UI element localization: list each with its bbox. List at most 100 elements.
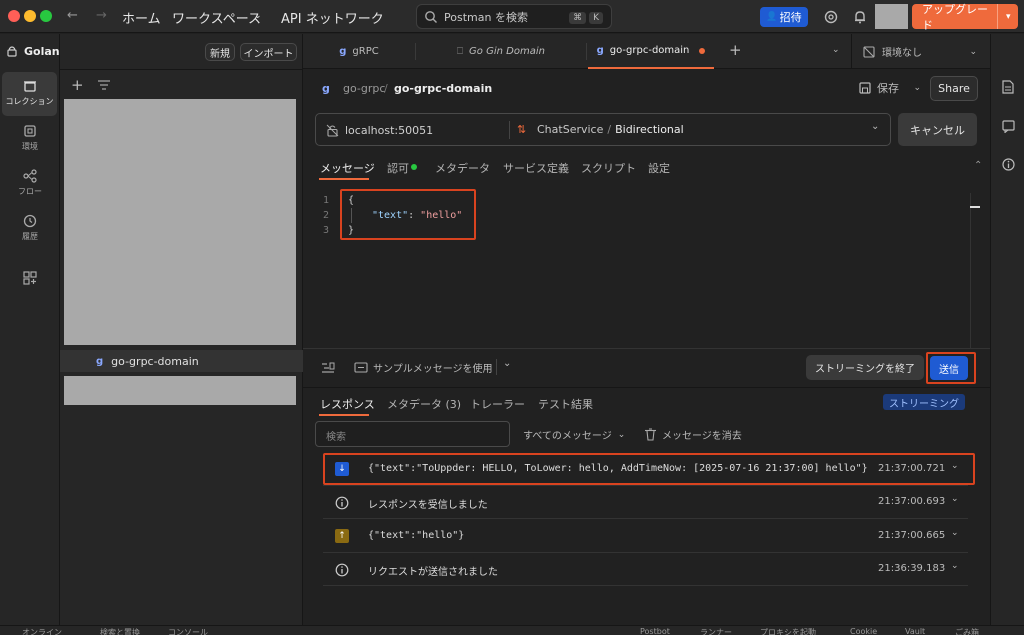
document-icon[interactable]	[1002, 80, 1014, 94]
method-selector[interactable]: ChatService / Bidirectional	[537, 123, 684, 136]
status-vault[interactable]: Vault	[905, 627, 925, 635]
plus-icon[interactable]: +	[729, 41, 742, 59]
avatar[interactable]	[875, 4, 908, 29]
gear-icon[interactable]	[823, 9, 839, 25]
status-console[interactable]: コンソール	[168, 627, 208, 635]
save-button[interactable]: 保存 ⌄	[859, 78, 921, 98]
minimize-window-button[interactable]	[24, 10, 36, 22]
status-trash[interactable]: ごみ箱	[955, 627, 979, 635]
search-placeholder: Postman を検索	[444, 10, 528, 24]
search-icon	[425, 10, 437, 23]
bell-icon[interactable]	[852, 9, 868, 25]
add-widget-icon[interactable]	[23, 271, 37, 285]
nav-api-network[interactable]: API ネットワーク	[281, 8, 384, 27]
chevron-down-icon[interactable]: ⌄	[503, 358, 511, 369]
highlight-box-request	[340, 189, 476, 240]
use-sample-message-button[interactable]: サンプルメッセージを使用	[354, 360, 493, 375]
chevron-down-icon[interactable]: ⌄	[951, 561, 959, 571]
info-icon[interactable]	[1002, 158, 1015, 171]
nav-workspace[interactable]: ワークスペース	[172, 8, 261, 27]
tab-go-gin-domain[interactable]: ⎕ Go Gin Domain	[416, 34, 586, 69]
status-proxy[interactable]: プロキシを起動	[760, 627, 816, 635]
status-find-replace[interactable]: 検索と置換	[100, 627, 140, 635]
tab-response[interactable]: レスポンス	[320, 396, 375, 412]
response-search-input[interactable]: 検索	[315, 421, 510, 447]
message-row[interactable]: レスポンスを受信しました 21:37:00.693 ⌄	[323, 486, 968, 519]
tab-trailers[interactable]: トレーラー	[470, 396, 525, 412]
tab-test-results[interactable]: テスト結果	[538, 396, 593, 412]
tab-response-metadata[interactable]: メタデータ (3)	[387, 396, 461, 412]
redacted-collection-tree-2	[64, 376, 296, 405]
grpc-icon: g	[96, 355, 104, 367]
clear-messages-button[interactable]: メッセージを消去	[645, 427, 742, 442]
new-button[interactable]: 新規	[205, 43, 235, 61]
tab-scripts[interactable]: スクリプト	[581, 160, 636, 176]
environment-selector[interactable]: 環境なし ⌄	[863, 34, 983, 69]
editor-scroll-thumb[interactable]	[970, 206, 980, 208]
environment-icon	[24, 125, 36, 137]
highlight-box-send	[926, 352, 976, 384]
nav-flows[interactable]: フロー	[0, 169, 60, 197]
maximize-window-button[interactable]	[40, 10, 52, 22]
trash-collection-icon	[23, 81, 36, 92]
tab-service-definition[interactable]: サービス定義	[503, 160, 569, 176]
status-runner[interactable]: ランナー	[700, 627, 732, 635]
info-icon	[335, 496, 349, 510]
tab-authorization[interactable]: 認可	[387, 160, 409, 176]
tab-metadata[interactable]: メタデータ	[435, 160, 490, 176]
url-bar: localhost:50051 ⇅ ChatService / Bidirectio…	[315, 113, 891, 146]
global-search-input[interactable]: Postman を検索 ⌘ K	[416, 4, 612, 29]
sample-message-icon	[354, 362, 368, 373]
nav-collections[interactable]: コレクション	[2, 72, 57, 116]
chevron-down-icon[interactable]: ⌄	[832, 45, 840, 55]
status-cookie[interactable]: Cookie	[850, 627, 877, 635]
chevron-down-icon[interactable]: ⌄	[871, 121, 879, 132]
cancel-button[interactable]: キャンセル	[898, 113, 977, 146]
invite-button[interactable]: 👤 招待	[760, 7, 808, 27]
nav-environments[interactable]: 環境	[0, 124, 60, 152]
collection-sidebar: 新規 インポート + g go-grpc-domain	[60, 34, 303, 625]
tab-go-grpc-domain[interactable]: g go-grpc-domain	[588, 34, 714, 69]
up-arrow-icon: ↑	[335, 529, 349, 543]
collapse-icon[interactable]: ⌃	[974, 160, 982, 171]
message-row[interactable]: リクエストが送信されました 21:36:39.183 ⌄	[323, 553, 968, 586]
nav-history[interactable]: 履歴	[0, 214, 60, 242]
lock-icon	[7, 46, 17, 57]
message-filter-dropdown[interactable]: すべてのメッセージ ⌄	[523, 427, 626, 443]
filter-icon[interactable]	[98, 80, 110, 90]
chevron-down-icon[interactable]: ▾	[998, 12, 1018, 22]
tab-settings[interactable]: 設定	[648, 160, 670, 176]
import-button[interactable]: インポート	[240, 43, 297, 61]
beautify-icon[interactable]	[321, 362, 335, 374]
upgrade-button[interactable]: アップグレード ▾	[912, 3, 1018, 32]
grpc-icon: g	[339, 46, 347, 57]
editor-scrollbar-track[interactable]	[970, 193, 971, 348]
grpc-icon: g	[596, 45, 604, 56]
message-row[interactable]: ↑ {"text":"hello"} 21:37:00.665 ⌄	[323, 520, 968, 553]
end-streaming-button[interactable]: ストリーミングを終了	[806, 355, 924, 380]
comment-icon[interactable]	[1002, 120, 1015, 133]
chevron-down-icon[interactable]: ⌄	[254, 11, 262, 21]
status-online[interactable]: オンライン	[22, 627, 62, 635]
nav-home[interactable]: ホーム	[122, 8, 161, 27]
unlocked-icon[interactable]	[326, 124, 339, 137]
chevron-down-icon: ⌄	[617, 429, 626, 440]
auth-status-dot	[411, 164, 417, 170]
server-url-input[interactable]: localhost:50051	[345, 124, 433, 137]
chevron-down-icon[interactable]: ⌄	[951, 494, 959, 504]
bidirectional-stream-icon: ⇅	[517, 123, 527, 136]
forward-arrow-icon[interactable]: →	[96, 8, 107, 23]
chevron-down-icon: ⌄	[969, 46, 977, 57]
share-button[interactable]: Share	[930, 76, 978, 101]
tab-message[interactable]: メッセージ	[320, 160, 375, 176]
back-arrow-icon[interactable]: ←	[67, 8, 78, 23]
close-window-button[interactable]	[8, 10, 20, 22]
status-postbot[interactable]: Postbot	[640, 627, 670, 635]
tree-item-go-grpc-domain[interactable]: g go-grpc-domain	[60, 350, 303, 372]
tab-active-underline	[319, 414, 369, 416]
plus-icon[interactable]: +	[71, 76, 84, 94]
tab-grpc[interactable]: g gRPC	[303, 34, 415, 69]
info-icon	[335, 563, 349, 577]
breadcrumb-parent[interactable]: go-grpc	[343, 82, 385, 95]
chevron-down-icon[interactable]: ⌄	[951, 528, 959, 538]
